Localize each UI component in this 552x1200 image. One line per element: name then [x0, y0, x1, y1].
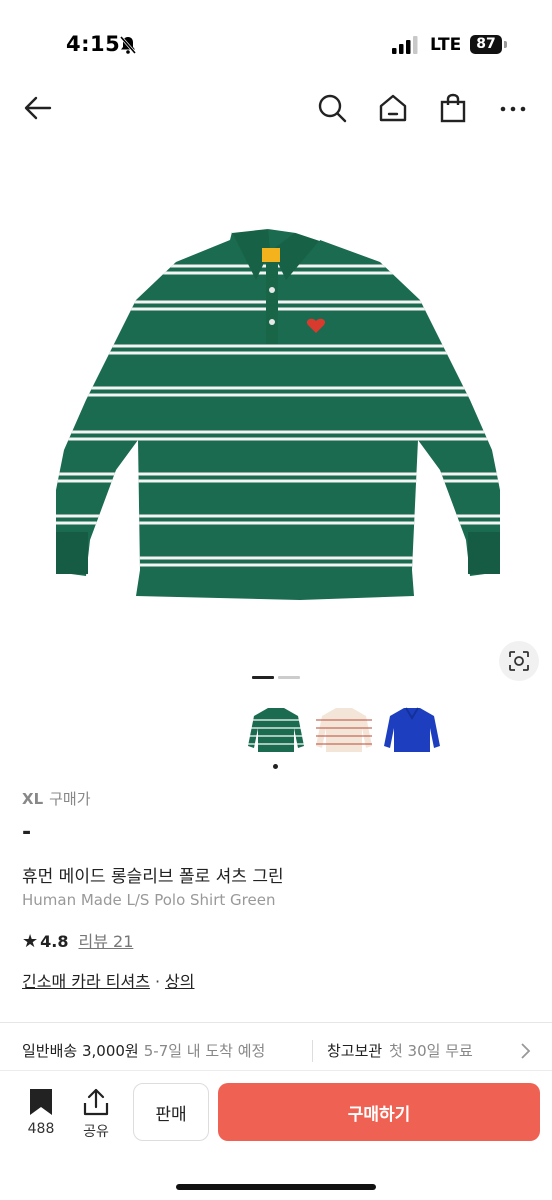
bell-muted-icon	[119, 36, 137, 54]
shipping-price: 3,000원	[81, 1042, 139, 1060]
chevron-right-icon[interactable]	[518, 1042, 532, 1060]
signal-icon	[392, 36, 418, 54]
more-icon[interactable]	[497, 92, 529, 124]
color-thumbnails	[0, 700, 552, 760]
section-divider	[0, 1022, 552, 1023]
product-name-en: Human Made L/S Polo Shirt Green	[22, 891, 276, 909]
product-name-ko: 휴먼 메이드 롱슬리브 폴로 셔츠 그린	[22, 867, 284, 887]
category-separator: ·	[154, 972, 161, 991]
bookmark-icon	[30, 1089, 52, 1115]
bottom-action-bar: 488 공유 판매 구매하기	[0, 1070, 552, 1200]
shopping-bag-icon[interactable]	[437, 92, 469, 124]
share-button[interactable]: 공유	[73, 1087, 119, 1141]
storage-detail: 첫 30일 무료	[388, 1042, 473, 1060]
share-icon	[83, 1088, 109, 1116]
top-navigation	[0, 86, 552, 130]
thumbnail-blue[interactable]	[382, 700, 442, 760]
category-link-top[interactable]: 상의	[165, 972, 194, 991]
bookmark-button[interactable]: 488	[18, 1087, 64, 1137]
price-value: -	[22, 820, 32, 845]
status-bar: 4:15 LTE 87	[0, 0, 552, 92]
search-icon[interactable]	[316, 92, 348, 124]
storage-info: 창고보관 첫 30일 무료	[327, 1040, 473, 1061]
rating-score: 4.8	[40, 932, 69, 951]
thumbnail-selected-dot	[273, 764, 278, 769]
home-indicator	[176, 1184, 376, 1190]
pager-inactive	[278, 676, 300, 679]
size-label: XL	[22, 790, 44, 808]
network-label: LTE	[430, 35, 462, 55]
shipping-info[interactable]: 일반배송 3,000원 5-7일 내 도착 예정 창고보관 첫 30일 무료	[22, 1040, 532, 1062]
size-price-label: XL 구매가	[22, 788, 532, 809]
thumbnail-green[interactable]	[246, 700, 306, 760]
thumbnail-beige[interactable]	[314, 700, 374, 760]
category-link-long-sleeve-collar[interactable]: 긴소매 카라 티셔츠	[22, 972, 150, 991]
image-search-button[interactable]	[499, 641, 539, 681]
battery-tip	[504, 41, 507, 48]
bookmark-count: 488	[27, 1121, 55, 1137]
storage-title: 창고보관	[327, 1042, 383, 1060]
lens-search-icon	[509, 651, 529, 671]
shipping-separator	[312, 1040, 313, 1062]
shipping-detail: 5-7일 내 도착 예정	[143, 1042, 266, 1060]
product-image[interactable]	[0, 140, 552, 660]
star-icon: ★	[22, 931, 39, 952]
buy-button[interactable]: 구매하기	[218, 1083, 540, 1141]
price-label: 구매가	[49, 790, 91, 808]
reviews-link[interactable]: 리뷰 21	[78, 932, 133, 951]
sell-button[interactable]: 판매	[133, 1083, 209, 1141]
rating: ★ 4.8 리뷰 21	[22, 928, 133, 952]
category-breadcrumb: 긴소매 카라 티셔츠 · 상의	[22, 968, 194, 992]
back-arrow-icon[interactable]	[22, 92, 54, 124]
shipping-title: 일반배송	[22, 1042, 78, 1060]
status-time: 4:15	[66, 32, 121, 56]
share-label: 공유	[83, 1124, 109, 1140]
home-icon[interactable]	[377, 92, 409, 124]
product-info: XL 구매가 - 휴먼 메이드 롱슬리브 폴로 셔츠 그린 Human Made …	[22, 788, 532, 991]
battery-icon: 87	[470, 35, 502, 54]
polo-shirt-illustration	[56, 226, 500, 600]
pager-active	[252, 676, 274, 679]
